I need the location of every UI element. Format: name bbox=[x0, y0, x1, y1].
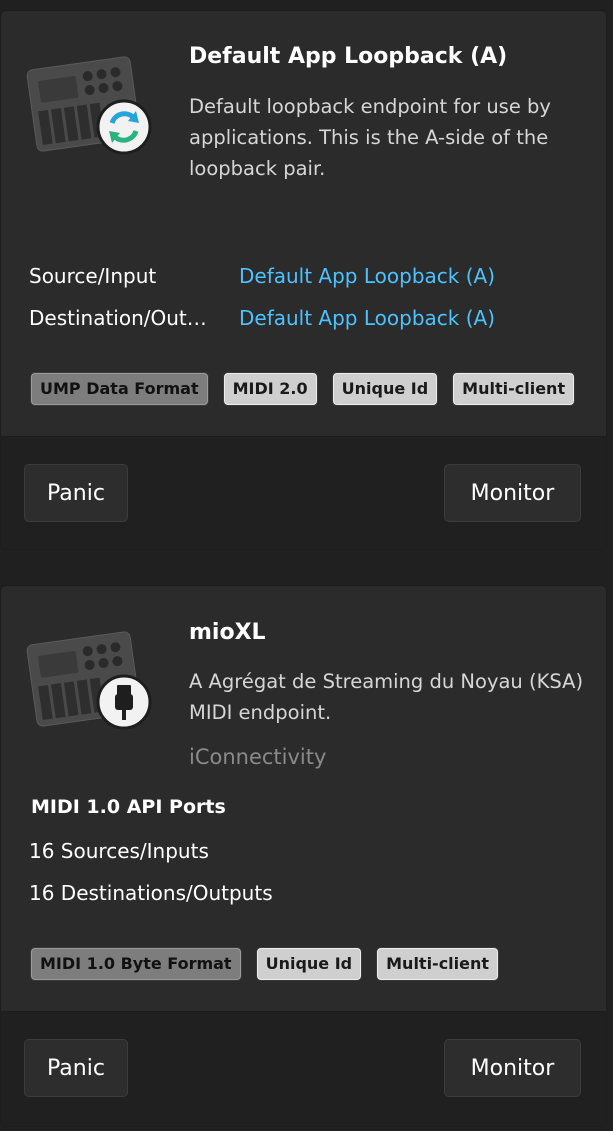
destination-output-label: Destination/Output bbox=[29, 306, 214, 330]
endpoint-card-mioxl: mioXL A Agrégat de Streaming du Noyau (K… bbox=[0, 585, 607, 1127]
badge-midi-1-byte-format: MIDI 1.0 Byte Format bbox=[31, 948, 241, 980]
endpoint-description: Default loopback endpoint for use by app… bbox=[189, 95, 551, 180]
badge-midi-2: MIDI 2.0 bbox=[223, 373, 317, 405]
badge-ump-data-format: UMP Data Format bbox=[31, 373, 208, 405]
badge-unique-id: Unique Id bbox=[256, 948, 362, 980]
piano-usb-icon bbox=[26, 631, 152, 730]
panic-button[interactable]: Panic bbox=[24, 1039, 128, 1097]
endpoint-card-footer: Panic Monitor bbox=[1, 1011, 606, 1126]
piano-loopback-icon bbox=[26, 56, 152, 155]
endpoint-title: mioXL bbox=[189, 620, 266, 645]
endpoint-card-footer: Panic Monitor bbox=[1, 436, 606, 549]
endpoint-card-body: Default App Loopback (A) Default loopbac… bbox=[1, 11, 606, 436]
destination-output-link[interactable]: Default App Loopback (A) bbox=[239, 306, 495, 330]
sources-count: 16 Sources/Inputs bbox=[29, 839, 209, 863]
ports-heading: MIDI 1.0 API Ports bbox=[31, 796, 226, 818]
badge-multi-client: Multi-client bbox=[453, 373, 575, 405]
manufacturer-name: iConnectivity bbox=[189, 745, 327, 769]
capability-badges: UMP Data Format MIDI 2.0 Unique Id Multi… bbox=[31, 373, 575, 405]
endpoint-description: A Agrégat de Streaming du Noyau (KSA) MI… bbox=[189, 670, 584, 724]
monitor-button[interactable]: Monitor bbox=[444, 464, 581, 522]
panic-button[interactable]: Panic bbox=[24, 464, 128, 522]
monitor-button[interactable]: Monitor bbox=[444, 1039, 581, 1097]
destinations-count: 16 Destinations/Outputs bbox=[29, 881, 273, 905]
endpoint-card-loopback-a: Default App Loopback (A) Default loopbac… bbox=[0, 10, 607, 550]
source-input-link[interactable]: Default App Loopback (A) bbox=[239, 264, 495, 288]
capability-badges: MIDI 1.0 Byte Format Unique Id Multi-cli… bbox=[31, 948, 499, 980]
badge-unique-id: Unique Id bbox=[332, 373, 438, 405]
source-input-label: Source/Input bbox=[29, 264, 157, 288]
endpoint-card-body: mioXL A Agrégat de Streaming du Noyau (K… bbox=[1, 586, 606, 1011]
endpoint-title: Default App Loopback (A) bbox=[189, 44, 508, 69]
badge-multi-client: Multi-client bbox=[377, 948, 499, 980]
